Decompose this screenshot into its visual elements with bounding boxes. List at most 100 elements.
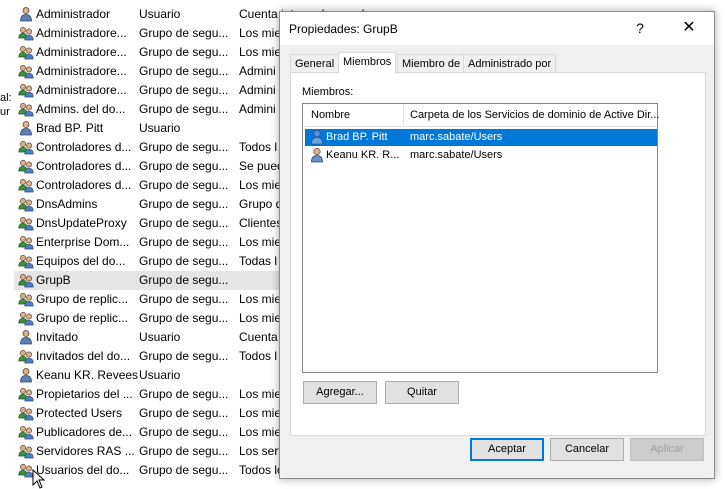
tab-administrado-por[interactable]: Administrado por — [463, 54, 557, 73]
list-item-name: Grupo de replic... — [36, 292, 129, 306]
list-item-type: Grupo de segu... — [139, 311, 229, 325]
add-member-button[interactable]: Agregar... — [303, 381, 377, 404]
group-icon — [18, 25, 34, 41]
list-item-type: Grupo de segu... — [139, 292, 229, 306]
tab-miembro-de[interactable]: Miembro de — [397, 54, 466, 73]
list-item-name: Controladores d... — [36, 140, 132, 154]
list-item-name: Keanu KR. Revees — [36, 368, 139, 382]
list-item-type: Grupo de segu... — [139, 235, 229, 249]
list-item-type: Grupo de segu... — [139, 349, 229, 363]
group-icon — [18, 215, 34, 231]
list-item-type: Grupo de segu... — [139, 387, 229, 401]
member-row[interactable]: Brad BP. Pitt marc.sabate/Users — [305, 129, 657, 146]
column-separator[interactable] — [403, 104, 404, 126]
list-item-type: Grupo de segu... — [139, 159, 229, 173]
list-item-name: Administrador — [36, 7, 111, 21]
listview-header: Nombre Carpeta de los Servicios de domin… — [303, 104, 659, 127]
list-item-name: Enterprise Dom... — [36, 235, 130, 249]
group-icon — [18, 424, 34, 440]
group-icon — [18, 443, 34, 459]
group-icon — [18, 158, 34, 174]
list-item-type: Grupo de segu... — [139, 178, 229, 192]
column-header-folder[interactable]: Carpeta de los Servicios de dominio de A… — [410, 109, 659, 121]
group-icon — [18, 101, 34, 117]
list-item-name: Invitados del do... — [36, 349, 131, 363]
list-item-name: Administradore... — [36, 83, 127, 97]
list-item-name: Brad BP. Pitt — [36, 121, 104, 135]
list-item-type: Grupo de segu... — [139, 26, 229, 40]
tab-miembros[interactable]: Miembros — [338, 52, 397, 74]
list-item-name: Usuarios del do... — [36, 463, 130, 477]
list-item-name: DnsAdmins — [36, 197, 98, 211]
member-folder: marc.sabate/Users — [410, 131, 503, 143]
group-icon — [18, 177, 34, 193]
list-item-type: Grupo de segu... — [139, 197, 229, 211]
list-item-name: Invitado — [36, 330, 79, 344]
mouse-cursor-icon — [32, 469, 46, 489]
list-item-name: Propietarios del ... — [36, 387, 133, 401]
user-icon — [311, 147, 323, 163]
list-item-type: Grupo de segu... — [139, 254, 229, 268]
list-item-type: Usuario — [139, 330, 181, 344]
group-icon — [18, 253, 34, 269]
list-item-name: Admins. del do... — [36, 102, 126, 116]
edge-fragment: ur — [0, 106, 10, 118]
apply-button[interactable]: Aplicar — [630, 438, 704, 461]
list-item-type: Grupo de segu... — [139, 216, 229, 230]
member-name: Brad BP. Pitt — [326, 131, 388, 143]
group-icon — [18, 272, 34, 288]
group-icon — [18, 63, 34, 79]
list-item-name: Protected Users — [36, 406, 123, 420]
user-icon — [18, 329, 34, 345]
group-icon — [18, 405, 34, 421]
properties-dialog: Propiedades: GrupB ? ✕ General Miembros … — [279, 11, 715, 479]
member-row[interactable]: Keanu KR. R... marc.sabate/Users — [305, 147, 657, 164]
member-name: Keanu KR. R... — [326, 149, 400, 161]
member-folder: marc.sabate/Users — [410, 149, 503, 161]
list-item-type: Usuario — [139, 7, 181, 21]
list-item-name: Publicadores de... — [36, 425, 133, 439]
members-label: Miembros: — [302, 86, 354, 98]
remove-member-button[interactable]: Quitar — [385, 381, 459, 404]
list-item-type: Grupo de segu... — [139, 102, 229, 116]
group-icon — [18, 44, 34, 60]
list-item-type: Grupo de segu... — [139, 64, 229, 78]
list-item-name: Controladores d... — [36, 178, 132, 192]
group-icon — [18, 291, 34, 307]
tab-general[interactable]: General — [290, 54, 340, 73]
ok-button[interactable]: Aceptar — [470, 438, 544, 461]
user-icon — [18, 6, 34, 22]
list-item-name: Grupo de replic... — [36, 311, 129, 325]
group-icon — [18, 348, 34, 364]
list-item-name: DnsUpdateProxy — [36, 216, 127, 230]
members-listview[interactable]: Nombre Carpeta de los Servicios de domin… — [302, 103, 659, 373]
group-icon — [18, 234, 34, 250]
user-icon — [18, 120, 34, 136]
list-item-type: Grupo de segu... — [139, 444, 229, 458]
list-item-name: Servidores RAS ... — [36, 444, 135, 458]
cancel-button[interactable]: Cancelar — [550, 438, 624, 461]
column-header-name[interactable]: Nombre — [311, 109, 350, 121]
list-item-name: GrupB — [36, 273, 71, 287]
list-item-name: Administradore... — [36, 26, 127, 40]
list-item-type: Grupo de segu... — [139, 83, 229, 97]
group-icon — [18, 82, 34, 98]
members-panel: Miembros: Nombre Carpeta de los Servicio… — [290, 72, 706, 436]
list-item-name: Administradore... — [36, 45, 127, 59]
list-item-type: Grupo de segu... — [139, 45, 229, 59]
list-item-type: Grupo de segu... — [139, 425, 229, 439]
list-item-type: Grupo de segu... — [139, 406, 229, 420]
list-item-type: Grupo de segu... — [139, 273, 229, 287]
edge-fragment: al: — [0, 92, 12, 104]
list-item-type: Grupo de segu... — [139, 140, 229, 154]
list-item-name: Administradore... — [36, 64, 127, 78]
group-icon — [18, 196, 34, 212]
close-button[interactable]: ✕ — [674, 16, 704, 40]
user-icon — [18, 367, 34, 383]
dialog-titlebar: Propiedades: GrupB ? ✕ — [280, 12, 714, 45]
group-icon — [18, 310, 34, 326]
user-icon — [311, 129, 323, 145]
list-item-type: Usuario — [139, 121, 181, 135]
help-button[interactable]: ? — [630, 20, 650, 36]
list-item-type: Usuario — [139, 368, 181, 382]
